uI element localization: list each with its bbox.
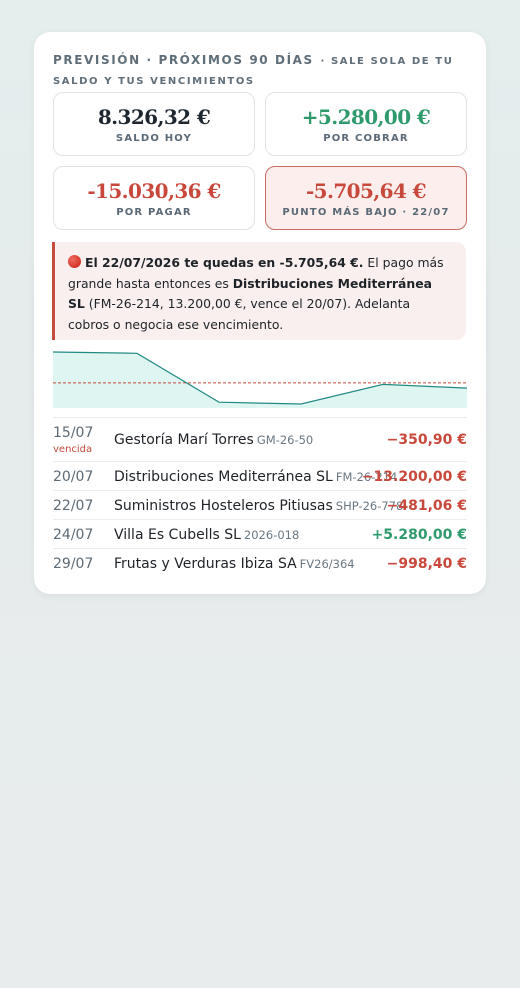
movement-party: Distribuciones Mediterránea SL FM-26-214: [114, 469, 397, 485]
movement-party-name: Distribuciones Mediterránea SL: [114, 469, 333, 485]
movement-row[interactable]: 24/07 Villa Es Cubells SL 2026-018 +5.280,0…: [53, 519, 467, 548]
overdue-label: vencida: [53, 444, 93, 455]
movement-amount: −481,06 €: [386, 498, 467, 514]
payable-value: -15.030,36 €: [87, 179, 221, 203]
cash-alert: El 22/07/2026 te quedas en -5.705,64 €. …: [52, 242, 466, 340]
movements-list: 15/07 vencida Gestoría Marí Torres GM-26-50…: [53, 417, 467, 577]
balance-today-value: 8.326,32 €: [97, 105, 211, 129]
movement-party: Gestoría Marí Torres GM-26-50: [114, 432, 313, 448]
movement-amount: −350,90 €: [386, 432, 467, 448]
movement-date: 22/07: [53, 498, 94, 514]
forecast-header: Previsión · próximos 90 días · sale sola…: [53, 50, 469, 90]
forecast-title: Previsión · próximos 90 días: [53, 53, 314, 67]
chart-area: [53, 352, 467, 408]
movement-date: 24/07: [53, 527, 94, 543]
movement-party: Frutas y Verduras Ibiza SA FV26/364: [114, 556, 355, 572]
movement-row[interactable]: 15/07 vencida Gestoría Marí Torres GM-26-50…: [53, 417, 467, 461]
movement-amount: −998,40 €: [386, 556, 467, 572]
cash-forecast-chart: [53, 351, 467, 408]
forecast-card: Previsión · próximos 90 días · sale sola…: [34, 32, 486, 594]
payable-tile: -15.030,36 € Por pagar: [53, 166, 255, 230]
movement-ref: GM-26-50: [256, 433, 314, 447]
movement-party: Villa Es Cubells SL 2026-018: [114, 527, 299, 543]
movement-ref: 2026-018: [243, 528, 300, 542]
movement-row[interactable]: 22/07 Suministros Hosteleros Pitiusas SHP-…: [53, 490, 467, 519]
red-circle-icon: [68, 255, 81, 268]
alert-strong-text: El 22/07/2026 te quedas en -5.705,64 €.: [85, 255, 364, 270]
movement-party: Suministros Hosteleros Pitiusas SHP-26-77…: [114, 498, 403, 514]
movement-party-name: Suministros Hosteleros Pitiusas: [114, 498, 333, 514]
movement-amount: +5.280,00 €: [371, 527, 467, 543]
lowest-point-tile: -5.705,64 € Punto más bajo · 22/07: [265, 166, 467, 230]
payable-label: Por pagar: [116, 207, 192, 218]
movement-date: 29/07: [53, 556, 94, 572]
balance-today-label: Saldo hoy: [115, 133, 193, 144]
lowest-point-value: -5.705,64 €: [305, 179, 427, 203]
movement-amount: −13.200,00 €: [361, 469, 467, 485]
movement-row[interactable]: 29/07 Frutas y Verduras Ibiza SA FV26/364 −…: [53, 548, 467, 577]
movement-row[interactable]: 20/07 Distribuciones Mediterránea SL FM-26…: [53, 461, 467, 490]
movement-party-name: Gestoría Marí Torres: [114, 432, 254, 448]
movement-date: 15/07: [53, 425, 94, 441]
receivable-value: +5.280,00 €: [301, 105, 431, 129]
movement-party-name: Villa Es Cubells SL: [114, 527, 241, 543]
movement-date: 20/07: [53, 469, 94, 485]
movement-party-name: Frutas y Verduras Ibiza SA: [114, 556, 297, 572]
alert-text-2: (FM-26-214, 13.200,00 €, vence el 20/07)…: [68, 296, 411, 332]
balance-today-tile: 8.326,32 € Saldo hoy: [53, 92, 255, 156]
receivable-label: Por cobrar: [323, 133, 409, 144]
movement-ref: FV26/364: [299, 557, 355, 571]
receivable-tile: +5.280,00 € Por cobrar: [265, 92, 467, 156]
lowest-point-label: Punto más bajo · 22/07: [282, 207, 450, 218]
